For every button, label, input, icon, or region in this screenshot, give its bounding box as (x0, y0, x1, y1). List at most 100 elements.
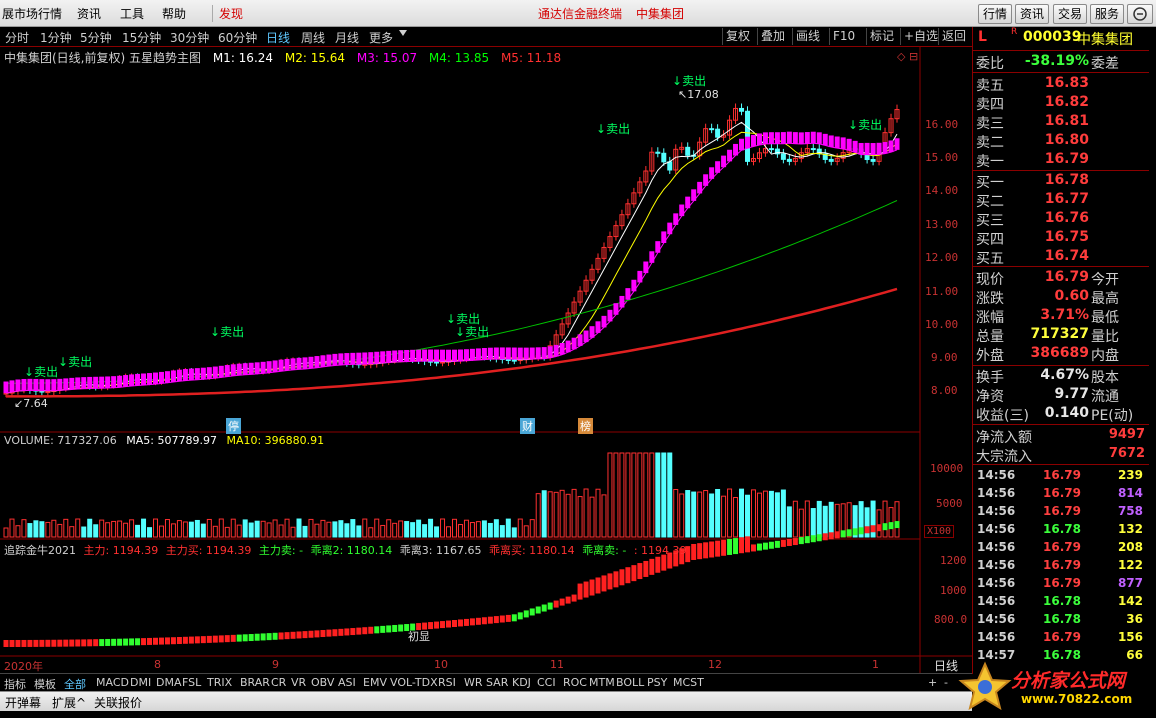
menu-market[interactable]: 展市场行情 (2, 5, 62, 22)
stat-label-right: 最低 (1091, 310, 1119, 326)
tab-rsi[interactable]: RSI (438, 676, 456, 689)
candle-body (45, 391, 51, 394)
chart-area[interactable] (0, 47, 972, 673)
overlay-button[interactable]: 叠加 (757, 28, 788, 45)
period-tab[interactable]: 周线 (301, 29, 325, 46)
trend-band (320, 355, 326, 367)
menu-help[interactable]: 帮助 (162, 5, 186, 22)
add-watchlist-button[interactable]: +自选 (900, 28, 941, 45)
related-quote-button[interactable]: 关联报价 (94, 694, 142, 711)
menu-discover[interactable]: 发现 (212, 5, 243, 22)
date-tick: 8 (154, 658, 161, 671)
service-button[interactable]: 服务 (1090, 4, 1124, 24)
trend-band (547, 346, 553, 358)
bid-price: 16.78 (1044, 172, 1089, 188)
indicator-bar (733, 538, 739, 555)
news-button[interactable]: 资讯 (1015, 4, 1049, 24)
period-tab[interactable]: 1分钟 (40, 29, 72, 46)
tab-dmi[interactable]: DMI (130, 676, 151, 689)
bid-row[interactable]: 买五 16.74 (973, 248, 1149, 267)
billboard-marker[interactable]: 榜 (578, 418, 593, 434)
chart-settings-icon[interactable]: ◇ ⊟ (897, 50, 918, 63)
tab-wr[interactable]: WR (464, 676, 483, 689)
tab-boll[interactable]: BOLL (616, 676, 644, 689)
minimize-icon[interactable] (1127, 4, 1153, 24)
tab-dma[interactable]: DMA (156, 676, 182, 689)
stock-name[interactable]: 中集集团 (1077, 29, 1133, 49)
tab-all[interactable]: 全部 (64, 676, 86, 692)
restore-rights-button[interactable]: 复权 (722, 28, 753, 45)
trend-band (3, 381, 9, 394)
tab-psy[interactable]: PSY (647, 676, 667, 689)
tab-sar[interactable]: SAR (486, 676, 508, 689)
ask-price: 16.82 (1044, 94, 1089, 110)
tab-kdj[interactable]: KDJ (512, 676, 531, 689)
tab-cci[interactable]: CCI (537, 676, 556, 689)
menu-news[interactable]: 资讯 (77, 5, 101, 22)
trend-band (212, 366, 218, 379)
f10-button[interactable]: F10 (829, 28, 858, 45)
ask-row[interactable]: 卖二 16.80 (973, 132, 1149, 151)
tab-roc[interactable]: ROC (563, 676, 587, 689)
trade-button[interactable]: 交易 (1053, 4, 1087, 24)
menu-tools[interactable]: 工具 (120, 5, 144, 22)
ask-row[interactable]: 卖五 16.83 (973, 75, 1149, 94)
ask-row[interactable]: 卖三 16.81 (973, 113, 1149, 132)
tick-row: 14:56 16.79 877 (973, 576, 1149, 594)
period-more[interactable]: 更多 (369, 29, 393, 46)
ask-row[interactable]: 卖四 16.82 (973, 94, 1149, 113)
draw-line-button[interactable]: 画线 (792, 28, 823, 45)
tab-asi[interactable]: ASI (338, 676, 356, 689)
period-tab[interactable]: 分时 (5, 29, 29, 46)
indicator-bar (230, 634, 236, 642)
tab-cr[interactable]: CR (271, 676, 286, 689)
tab-macd[interactable]: MACD (96, 676, 129, 689)
tab-fsl[interactable]: FSL (182, 676, 201, 689)
volume-bar (39, 521, 45, 538)
tab-mtm[interactable]: MTM (589, 676, 615, 689)
tick-volume: 877 (1117, 576, 1143, 590)
mark-button[interactable]: 标记 (866, 28, 897, 45)
tick-time: 14:56 (977, 576, 1016, 590)
tab-trix[interactable]: TRIX (207, 676, 232, 689)
period-tab[interactable]: 月线 (335, 29, 359, 46)
back-button[interactable]: 返回 (938, 28, 969, 45)
finance-marker[interactable]: 财 (520, 418, 535, 434)
expand-button[interactable]: 扩展^ (52, 694, 86, 711)
indicator-name[interactable]: 追踪金牛2021 (4, 544, 76, 557)
indicator-value: : 1194.39 (633, 544, 687, 557)
tab-vr[interactable]: VR (291, 676, 306, 689)
period-tab[interactable]: 5分钟 (80, 29, 112, 46)
volume-bar (27, 523, 33, 538)
period-tab[interactable]: 60分钟 (218, 29, 257, 46)
bid-row[interactable]: 买二 16.77 (973, 191, 1149, 210)
tab-obv[interactable]: OBV (311, 676, 334, 689)
trend-band (368, 352, 374, 364)
quote-button[interactable]: 行情 (978, 4, 1012, 24)
tick-row: 14:56 16.79 239 (973, 468, 1149, 486)
suspension-marker[interactable]: 停 (226, 418, 241, 434)
tab-indicator[interactable]: 指标 (4, 676, 26, 692)
bid-row[interactable]: 买一 16.78 (973, 172, 1149, 191)
zoom-in-button[interactable]: + (928, 676, 937, 689)
period-tab[interactable]: 15分钟 (122, 29, 161, 46)
stock-code[interactable]: 000039 (1023, 29, 1081, 45)
period-tab[interactable]: 30分钟 (170, 29, 209, 46)
bid-row[interactable]: 买四 16.75 (973, 229, 1149, 248)
indicator-bar (278, 632, 284, 640)
bid-row[interactable]: 买三 16.76 (973, 210, 1149, 229)
ask-row[interactable]: 卖一 16.79 (973, 151, 1149, 170)
volume-bar (750, 489, 756, 538)
tab-template[interactable]: 模板 (34, 676, 56, 692)
candle-body (661, 152, 667, 163)
trend-band (93, 376, 99, 389)
tab-mcst[interactable]: MCST (673, 676, 704, 689)
tab-vol-tdx[interactable]: VOL-TDX (390, 676, 438, 689)
period-tab-active[interactable]: 日线 (266, 29, 290, 46)
zoom-out-button[interactable]: - (944, 676, 948, 689)
danmaku-button[interactable]: 开弹幕 (5, 694, 41, 711)
tab-brar[interactable]: BRAR (240, 676, 270, 689)
trend-band (541, 347, 547, 359)
tab-emv[interactable]: EMV (363, 676, 387, 689)
volume-bar (332, 521, 338, 538)
